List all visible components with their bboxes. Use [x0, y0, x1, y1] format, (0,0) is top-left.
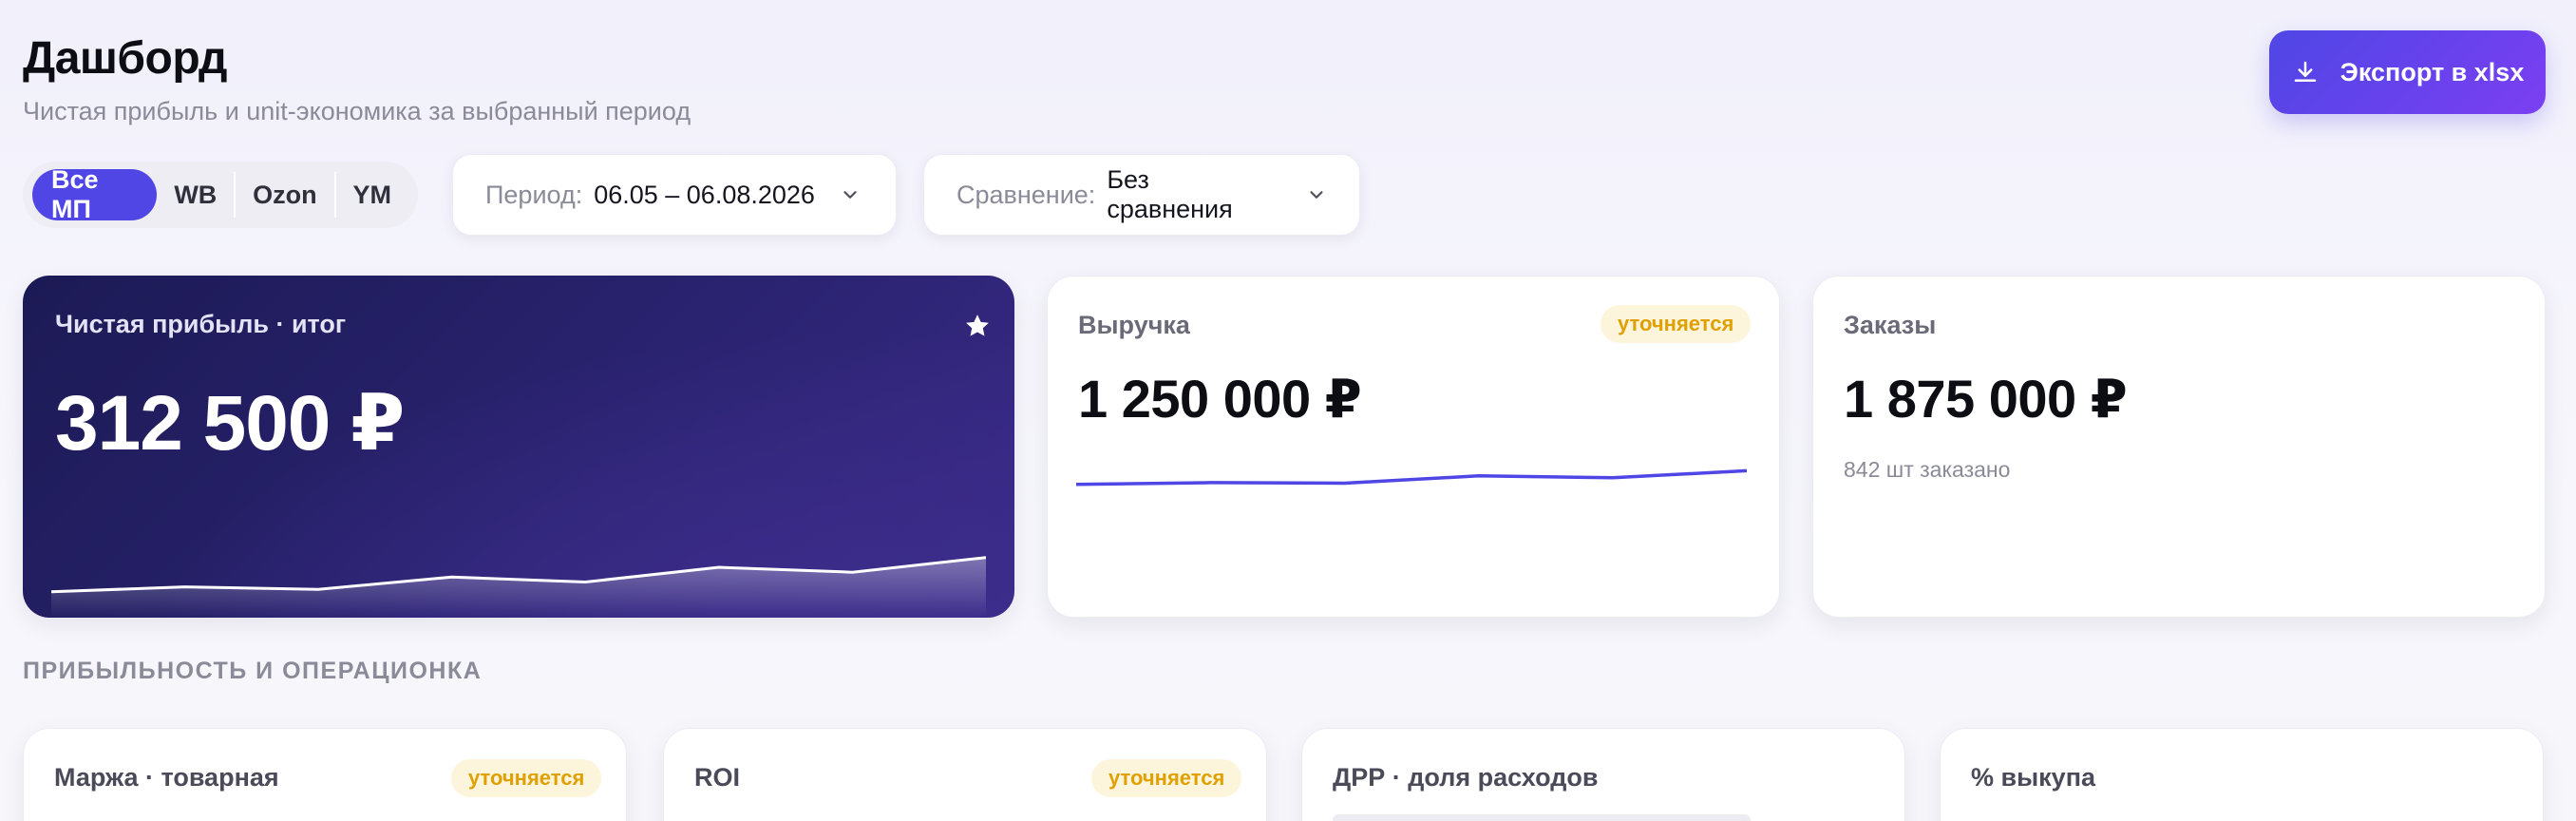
revenue-sparkline	[1076, 468, 1747, 487]
marketplace-segmented-control: Все МП WB Ozon YM	[23, 162, 418, 228]
export-button-label: Экспорт в xlsx	[2339, 57, 2525, 86]
marketplace-tab-ym[interactable]: YM	[336, 169, 409, 220]
period-value: 06.05 – 06.08.2026	[594, 180, 815, 209]
dashboard-page: Дашборд Чистая прибыль и unit-экономика …	[0, 0, 2576, 821]
metric-label: ROI	[694, 763, 741, 792]
net-profit-value: 312 500 ₽	[55, 380, 405, 467]
download-icon	[2294, 61, 2316, 82]
net-profit-label: Чистая прибыль · итог	[55, 310, 347, 338]
page-title: Дашборд	[23, 33, 227, 84]
orders-note: 842 шт заказано	[1844, 457, 2011, 482]
comparison-dropdown[interactable]: Сравнение: Без сравнения	[923, 154, 1360, 236]
buyout-card[interactable]: % выкупа	[1940, 728, 2544, 821]
revenue-value: 1 250 000 ₽	[1078, 369, 1362, 429]
star-icon[interactable]	[963, 312, 992, 340]
comparison-label: Сравнение:	[957, 180, 1096, 209]
sparkline-line	[1076, 468, 1747, 487]
period-dropdown[interactable]: Период: 06.05 – 06.08.2026	[452, 154, 897, 236]
marketplace-tab-all[interactable]: Все МП	[32, 165, 158, 223]
page-subtitle: Чистая прибыль и unit-экономика за выбра…	[23, 97, 691, 125]
roi-card[interactable]: ROI уточняется	[663, 728, 1267, 821]
status-badge: уточняется	[451, 759, 602, 797]
comparison-value: Без сравнения	[1107, 165, 1233, 223]
margin-card[interactable]: Маржа · товарная уточняется	[23, 728, 627, 821]
period-label: Период:	[485, 180, 583, 209]
section-title: ПРИБЫЛЬНОСТЬ И ОПЕРАЦИОНКА	[23, 658, 483, 684]
placeholder-line	[1333, 814, 1751, 821]
export-xlsx-button[interactable]: Экспорт в xlsx	[2269, 30, 2546, 114]
status-badge: уточняется	[1601, 305, 1752, 343]
orders-card[interactable]: Заказы 1 875 000 ₽ 842 шт заказано	[1812, 276, 2546, 618]
orders-value: 1 875 000 ₽	[1844, 369, 2128, 429]
revenue-label: Выручка	[1078, 311, 1190, 339]
metric-label: % выкупа	[1971, 763, 2096, 792]
metric-label: Маржа · товарная	[54, 763, 279, 792]
chevron-down-icon	[843, 191, 857, 199]
net-profit-sparkline	[51, 556, 986, 618]
chevron-down-icon	[1310, 191, 1323, 199]
revenue-card[interactable]: Выручка уточняется 1 250 000 ₽	[1047, 276, 1780, 618]
metric-label: ДРР · доля расходов	[1333, 763, 1599, 792]
net-profit-card[interactable]: Чистая прибыль · итог 312 500 ₽	[23, 276, 1014, 618]
marketplace-tab-ozon[interactable]: Ozon	[236, 169, 334, 220]
drr-card[interactable]: ДРР · доля расходов	[1301, 728, 1905, 821]
orders-label: Заказы	[1844, 311, 1937, 339]
marketplace-tab-wb[interactable]: WB	[157, 169, 234, 220]
status-badge: уточняется	[1091, 759, 1242, 797]
